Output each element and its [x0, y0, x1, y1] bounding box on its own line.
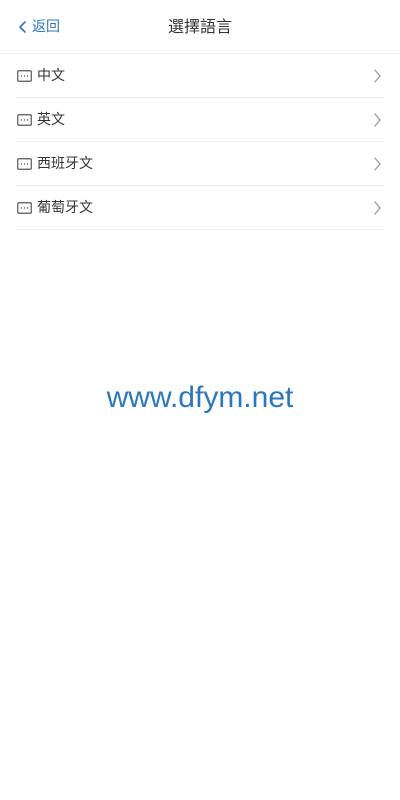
back-label: 返回	[32, 19, 60, 35]
language-item-spanish[interactable]: 西班牙文	[16, 142, 384, 186]
message-box-icon	[16, 112, 32, 128]
chevron-right-icon	[372, 200, 382, 216]
language-list: 中文 英文 西班牙文 葡萄牙文	[16, 54, 384, 230]
chevron-right-icon	[372, 68, 382, 84]
message-box-icon	[16, 156, 32, 172]
page-title: 選擇語言	[167, 17, 232, 36]
language-item-english[interactable]: 英文	[16, 98, 384, 142]
language-label: 葡萄牙文	[37, 199, 93, 216]
language-select-page: 返回 選擇語言 中文 英文 西班牙文 葡萄牙文 www.dfym.net	[0, 0, 400, 800]
watermark-text: www.dfym.net	[106, 381, 294, 414]
message-box-icon	[16, 68, 32, 84]
header-bar: 返回 選擇語言	[0, 0, 400, 54]
message-box-icon	[16, 200, 32, 216]
chevron-right-icon	[372, 112, 382, 128]
language-label: 西班牙文	[37, 155, 93, 172]
language-label: 英文	[37, 111, 65, 128]
language-item-portuguese[interactable]: 葡萄牙文	[16, 186, 384, 230]
chevron-left-icon	[18, 20, 28, 34]
back-button[interactable]: 返回	[18, 16, 60, 38]
chevron-right-icon	[372, 156, 382, 172]
language-item-chinese[interactable]: 中文	[16, 54, 384, 98]
language-label: 中文	[37, 67, 65, 84]
